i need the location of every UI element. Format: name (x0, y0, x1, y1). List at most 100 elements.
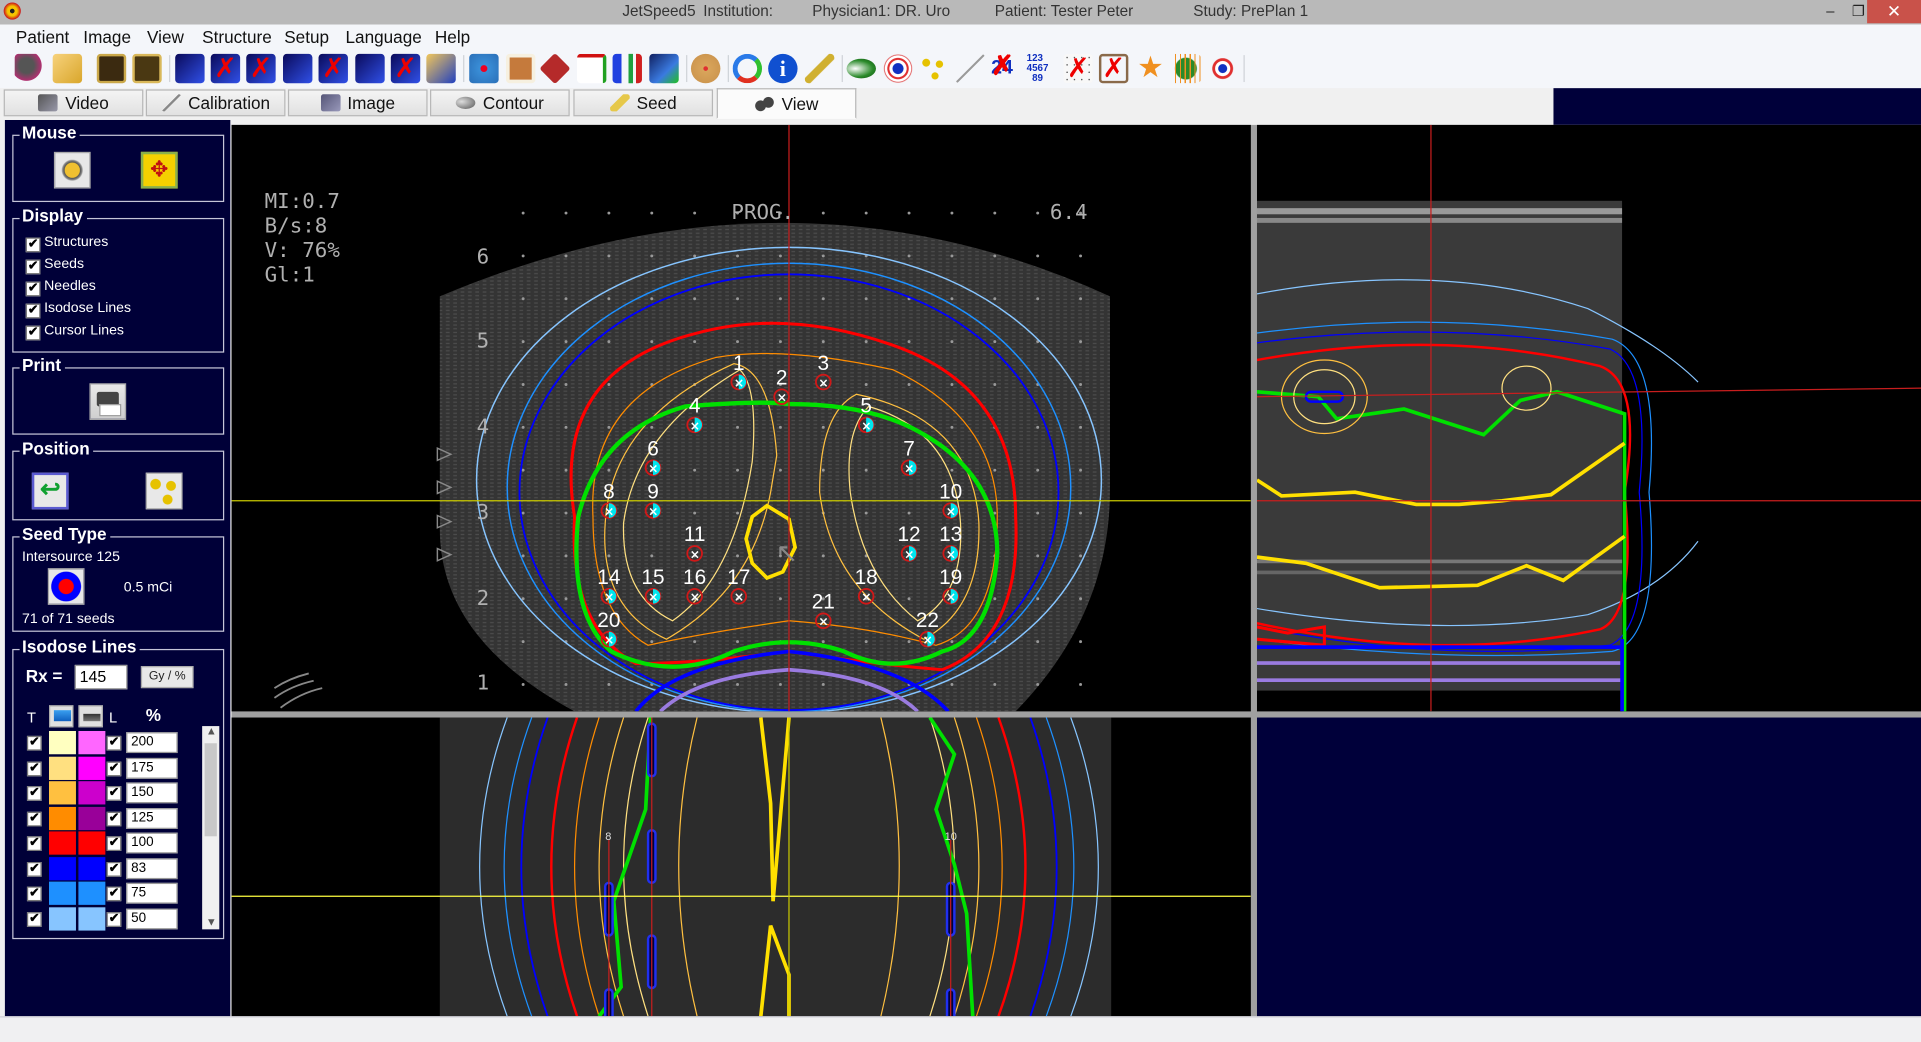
isodose-visible-checkbox[interactable]: ✔ (26, 911, 42, 927)
minimize-button[interactable]: – (1814, 0, 1846, 23)
needles-checkbox[interactable]: ✔ (25, 281, 41, 297)
isodose-print-color[interactable] (78, 881, 106, 905)
auto-plan-icon[interactable] (1207, 53, 1238, 84)
undo-position-icon[interactable]: ↩ (31, 472, 69, 510)
video-p-icon[interactable] (175, 53, 205, 84)
menu-view[interactable]: View (147, 27, 184, 47)
isodose-screen-color[interactable] (49, 756, 76, 780)
tab-calibration[interactable]: Calibration (145, 89, 286, 117)
seed-position-2[interactable]: ×2 (773, 366, 790, 405)
menu-language[interactable]: Language (345, 27, 421, 47)
isodose-percent-input[interactable]: 100 (126, 832, 178, 854)
isodose-visible-checkbox[interactable]: ✔ (26, 836, 42, 851)
structure-ellipse-icon[interactable] (846, 58, 876, 79)
isodose-label-checkbox[interactable]: ✔ (106, 786, 122, 801)
isodose-visible-checkbox[interactable]: ✔ (26, 735, 42, 751)
isodose-label-checkbox[interactable]: ✔ (106, 760, 122, 776)
pan-icon[interactable]: ✥ (140, 151, 178, 189)
isodose-print-color[interactable] (78, 781, 106, 805)
grid-delete-icon[interactable]: ✗ (1063, 53, 1093, 84)
video-c-icon[interactable] (355, 53, 385, 84)
isodose-visible-checkbox[interactable]: ✔ (26, 886, 42, 902)
isodose-screen-color[interactable] (49, 881, 76, 905)
tab-video[interactable]: Video (3, 89, 144, 117)
star-icon[interactable]: ★ (1136, 53, 1165, 83)
refresh-icon[interactable] (732, 53, 763, 84)
structures-checkbox[interactable]: ✔ (25, 237, 41, 253)
info-icon[interactable]: i (768, 53, 798, 84)
isodose-label-checkbox[interactable]: ✔ (106, 735, 122, 751)
template-delete-icon[interactable]: ✗ (1098, 53, 1129, 84)
palette-icon[interactable] (690, 53, 721, 84)
patients-icon[interactable] (14, 53, 45, 84)
seed-position-7[interactable]: ×7 (900, 437, 918, 477)
cursor-lines-checkbox[interactable]: ✔ (25, 325, 41, 341)
isodose-print-color[interactable] (78, 756, 106, 780)
menu-structure[interactable]: Structure (202, 27, 272, 47)
menu-patient[interactable]: Patient (16, 27, 69, 47)
isodose-visible-checkbox[interactable]: ✔ (26, 861, 42, 877)
sagittal-canvas[interactable] (1256, 124, 1921, 712)
clipboard-report-icon[interactable] (505, 53, 536, 84)
isodose-percent-input[interactable]: 175 (126, 757, 178, 779)
isodose-label-checkbox[interactable]: ✔ (106, 911, 122, 927)
isodose-label-checkbox[interactable]: ✔ (106, 836, 122, 851)
histogram-icon[interactable] (612, 53, 642, 84)
video-p-delete2-icon[interactable]: ✗ (246, 53, 276, 84)
rx-input[interactable]: 145 (74, 664, 128, 690)
tab-contour[interactable]: Contour (430, 89, 570, 117)
isodose-percent-input[interactable]: 50 (126, 907, 178, 929)
seed-position-icon[interactable] (145, 472, 183, 510)
isodose-lines-checkbox[interactable]: ✔ (25, 303, 41, 319)
line-tool-icon[interactable] (955, 53, 986, 84)
brightness-icon[interactable] (53, 151, 91, 189)
isodose-percent-input[interactable]: 125 (126, 807, 178, 829)
calendar-icon[interactable] (52, 53, 83, 84)
seeds-icon[interactable] (918, 53, 949, 84)
target-icon[interactable] (883, 53, 913, 84)
isodose-print-color[interactable] (78, 806, 106, 830)
tab-seed[interactable]: Seed (573, 89, 714, 117)
transverse-view[interactable]: ↖ × 1 × 2 × 3 × 4 × 5 × 6 × 7 × 8 × 9 × 10 × 11 × 12 × 13 × 14 × 15 × 1… (231, 124, 1251, 712)
seed-position-6[interactable]: ×6 (644, 437, 662, 477)
isodose-print-color[interactable] (78, 906, 106, 930)
seed-position-9[interactable]: ×9 (644, 480, 662, 519)
isodose-scrollbar[interactable]: ▲ ▼ (202, 725, 220, 930)
tab-image[interactable]: Image (287, 89, 428, 117)
needle-cut-icon[interactable] (804, 53, 835, 84)
close-button[interactable]: ✕ (1867, 0, 1921, 24)
seeds-checkbox[interactable]: ✔ (25, 259, 41, 275)
isodose-screen-color[interactable] (49, 730, 76, 755)
isodose-label-checkbox[interactable]: ✔ (106, 886, 122, 902)
save-icon[interactable] (96, 53, 127, 84)
menu-image[interactable]: Image (83, 27, 131, 47)
dvh-curve-icon[interactable] (577, 53, 607, 84)
seed-type-icon[interactable] (47, 568, 85, 605)
sagittal-view[interactable] (1256, 124, 1921, 712)
coronal-view[interactable]: 8 10 (231, 717, 1251, 1017)
video-s-delete-icon[interactable]: ✗ (318, 53, 348, 84)
video-s-icon[interactable] (283, 53, 313, 84)
units-button[interactable]: Gy / % (140, 666, 194, 689)
isodose-screen-color[interactable] (49, 831, 76, 855)
coronal-canvas[interactable]: 8 10 (231, 717, 1251, 1017)
isodose-percent-input[interactable]: 150 (126, 782, 178, 804)
magnifier-icon[interactable] (469, 53, 499, 84)
export-icon[interactable] (649, 53, 679, 84)
isodose-screen-color[interactable] (49, 856, 76, 880)
seed-position-5[interactable]: ×5 (857, 395, 875, 434)
isodose-screen-color[interactable] (49, 806, 76, 830)
tab-view[interactable]: View (716, 88, 857, 119)
renumber-delete-icon[interactable]: 24 ✗ (991, 51, 1020, 83)
seed-position-8[interactable]: ×8 (600, 480, 618, 519)
video-c-delete-icon[interactable]: ✗ (390, 53, 421, 84)
seed-position-3[interactable]: ×3 (815, 352, 832, 391)
seed-position-1[interactable]: ×1 (730, 352, 748, 391)
isodose-visible-checkbox[interactable]: ✔ (26, 811, 42, 826)
isodose-label-checkbox[interactable]: ✔ (106, 861, 122, 877)
numbering-icon[interactable]: 123 4567 89 (1027, 53, 1056, 83)
isodose-percent-input[interactable]: 83 (126, 857, 178, 879)
isodose-percent-input[interactable]: 200 (126, 732, 178, 754)
menu-setup[interactable]: Setup (284, 27, 329, 47)
isodose-screen-color[interactable] (49, 781, 76, 805)
